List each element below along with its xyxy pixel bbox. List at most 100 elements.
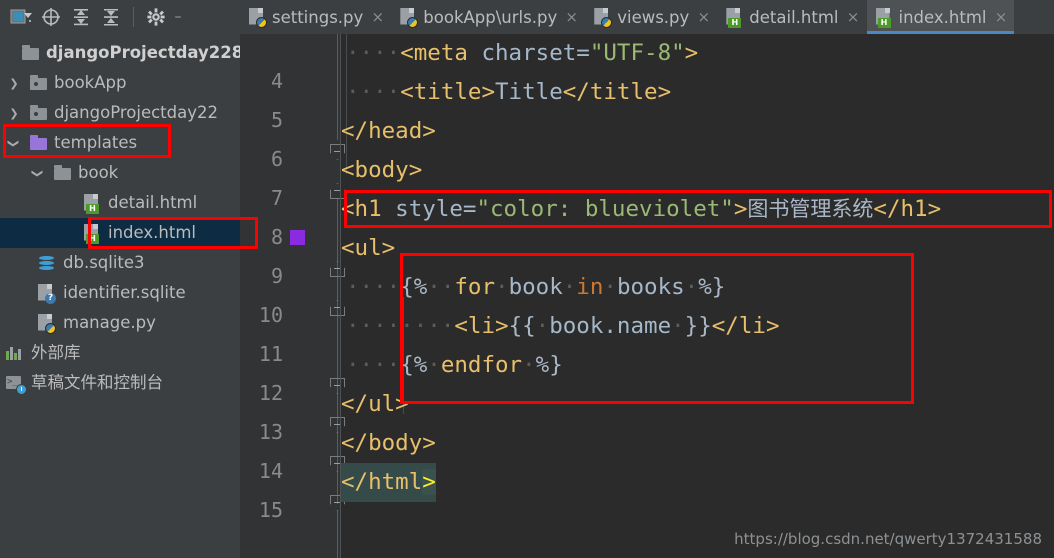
token-for-close: %} bbox=[698, 274, 726, 300]
tab-detail-html[interactable]: H detail.html × bbox=[717, 0, 867, 34]
token-h1-text: 图书管理系统 bbox=[747, 197, 874, 221]
collapse-all-icon[interactable] bbox=[68, 4, 94, 30]
line-number: 11 bbox=[258, 342, 283, 366]
close-icon[interactable]: × bbox=[371, 9, 385, 25]
run-configurations-icon[interactable] bbox=[8, 4, 34, 30]
tree-item-label: djangoProjectday22 bbox=[54, 103, 218, 122]
python-file-icon bbox=[400, 7, 419, 28]
code-line-6[interactable]: </head> bbox=[341, 112, 436, 151]
token-html-close-gt: > bbox=[422, 469, 436, 495]
sidebar-item-manage-py[interactable]: manage.py bbox=[0, 308, 240, 338]
sidebar-item-djangoprojectday22[interactable]: djangoProjectday22 bbox=[0, 98, 240, 128]
token-for-iterable: books bbox=[616, 274, 685, 300]
token-title-close: </title> bbox=[562, 79, 672, 105]
sidebar-item-bookapp[interactable]: bookApp bbox=[0, 68, 240, 98]
code-line-15[interactable]: </html> bbox=[341, 463, 436, 502]
project-tree-panel[interactable]: djangoProjectday228 | bookApp djangoProj… bbox=[0, 34, 240, 558]
python-file-icon bbox=[38, 313, 56, 334]
whitespace-dots: · bbox=[535, 313, 550, 339]
tree-item-label: templates bbox=[54, 133, 138, 152]
token-h1-style-value: "color: blueviolet" bbox=[476, 196, 734, 222]
whitespace-dots: · bbox=[522, 352, 536, 378]
sidebar-item-identifier-sqlite[interactable]: ? identifier.sqlite bbox=[0, 278, 240, 308]
close-icon[interactable]: × bbox=[994, 9, 1008, 25]
code-line-5[interactable]: ····<title>Title</title> bbox=[346, 73, 671, 112]
top-bar: – settings.py × bookApp\urls.py × views.… bbox=[0, 0, 1054, 34]
html-file-icon: H bbox=[84, 223, 101, 244]
token-endfor-keyword: endfor bbox=[440, 352, 523, 378]
token-h1-style-attr: style= bbox=[381, 196, 477, 222]
token-li-open: <li> bbox=[454, 313, 509, 339]
sidebar-item-scratches-and-consoles[interactable]: >_ 草稿文件和控制台 bbox=[0, 368, 240, 398]
code-line-12[interactable]: ····{%·endfor·%} bbox=[346, 346, 563, 385]
editor-tab-bar: settings.py × bookApp\urls.py × views.py… bbox=[240, 0, 1054, 34]
tab-views-py[interactable]: views.py × bbox=[585, 0, 718, 34]
chevron-down-icon[interactable] bbox=[30, 167, 46, 179]
token-meta-gt: > bbox=[684, 40, 699, 66]
tree-item-label: index.html bbox=[108, 223, 196, 242]
hide-panel-icon[interactable]: – bbox=[173, 0, 183, 34]
target-icon[interactable] bbox=[38, 4, 64, 30]
code-line-8[interactable]: <h1 style="color: blueviolet">图书管理系统</h1… bbox=[341, 190, 941, 229]
tree-item-label: 草稿文件和控制台 bbox=[31, 373, 163, 392]
tab-index-html[interactable]: H index.html × bbox=[866, 0, 1015, 34]
token-h1-open: <h1 bbox=[341, 196, 382, 222]
tab-bookapp-urls-py[interactable]: bookApp\urls.py × bbox=[391, 0, 586, 34]
sidebar-item-external-libraries[interactable]: 外部库 bbox=[0, 338, 240, 368]
sidebar-item-book[interactable]: book bbox=[0, 158, 240, 188]
token-li-close: </li> bbox=[711, 313, 780, 339]
code-line-13[interactable]: </ul> bbox=[341, 385, 409, 424]
token-meta-charset-value: "UTF-8" bbox=[589, 40, 685, 66]
close-icon[interactable]: × bbox=[847, 9, 860, 25]
database-icon bbox=[38, 254, 57, 273]
chevron-right-icon[interactable] bbox=[6, 77, 22, 89]
code-editor[interactable]: 4 5 6 7 8 9 10 11 12 13 14 15 ····<meta … bbox=[240, 34, 1054, 558]
token-for-in: in bbox=[576, 274, 604, 300]
token-body-close: </body> bbox=[341, 430, 436, 456]
settings-gear-icon[interactable] bbox=[143, 4, 169, 30]
line-number: 14 bbox=[258, 459, 283, 483]
whitespace-dots: ···· bbox=[346, 40, 401, 66]
code-line-7[interactable]: <body> bbox=[341, 151, 422, 190]
line-number: 12 bbox=[258, 381, 283, 405]
line-number: 15 bbox=[258, 498, 283, 522]
chevron-down-icon[interactable] bbox=[6, 137, 22, 149]
whitespace-dots: · bbox=[495, 274, 509, 300]
color-swatch-blueviolet[interactable] bbox=[290, 230, 305, 245]
sidebar-item-templates[interactable]: templates bbox=[0, 128, 240, 158]
toolbar-divider bbox=[133, 7, 134, 27]
line-number: 13 bbox=[258, 420, 283, 444]
token-expr-var: book.name bbox=[549, 313, 672, 339]
code-content[interactable]: ····<meta charset="UTF-8"> ····<title>Ti… bbox=[341, 34, 1054, 558]
token-ul-open: <ul> bbox=[341, 235, 396, 261]
token-for-open: {% bbox=[400, 274, 428, 300]
close-icon[interactable]: × bbox=[565, 9, 578, 25]
tree-item-label: identifier.sqlite bbox=[63, 283, 186, 302]
code-line-11[interactable]: ········<li>{{·book.name·}}</li> bbox=[346, 307, 780, 346]
expand-all-icon[interactable] bbox=[98, 4, 124, 30]
tab-settings-py[interactable]: settings.py × bbox=[240, 0, 392, 34]
pycharm-window: – settings.py × bookApp\urls.py × views.… bbox=[0, 0, 1054, 558]
sidebar-item-detail-html[interactable]: H detail.html bbox=[0, 188, 240, 218]
token-html-close: </html bbox=[341, 469, 423, 495]
token-h1-close: </h1> bbox=[873, 196, 942, 222]
code-line-14[interactable]: </body> bbox=[341, 424, 436, 463]
token-for-loopvar: book bbox=[508, 274, 563, 300]
whitespace-dots: · bbox=[684, 274, 699, 300]
line-number: 9 bbox=[270, 264, 283, 288]
token-meta-attr: charset= bbox=[467, 40, 590, 66]
code-line-10[interactable]: ····{%··for·book·in·books·%} bbox=[346, 268, 725, 307]
sidebar-item-djangoprojectday228[interactable]: djangoProjectday228 | bbox=[0, 38, 240, 68]
close-icon[interactable]: × bbox=[697, 9, 711, 25]
tab-label: bookApp\urls.py bbox=[423, 7, 558, 27]
code-line-4[interactable]: ····<meta charset="UTF-8"> bbox=[346, 34, 698, 73]
folder-icon bbox=[22, 45, 40, 60]
code-line-9[interactable]: <ul> bbox=[341, 229, 395, 268]
sidebar-item-index-html[interactable]: H index.html bbox=[0, 218, 240, 248]
line-number: 8 bbox=[270, 225, 283, 249]
chevron-right-icon[interactable] bbox=[6, 107, 22, 119]
html-file-icon: H bbox=[84, 193, 101, 214]
editor-gutter[interactable]: 4 5 6 7 8 9 10 11 12 13 14 15 bbox=[240, 34, 345, 558]
token-meta-tag: <meta bbox=[400, 40, 468, 66]
sidebar-item-db-sqlite3[interactable]: db.sqlite3 bbox=[0, 248, 240, 278]
